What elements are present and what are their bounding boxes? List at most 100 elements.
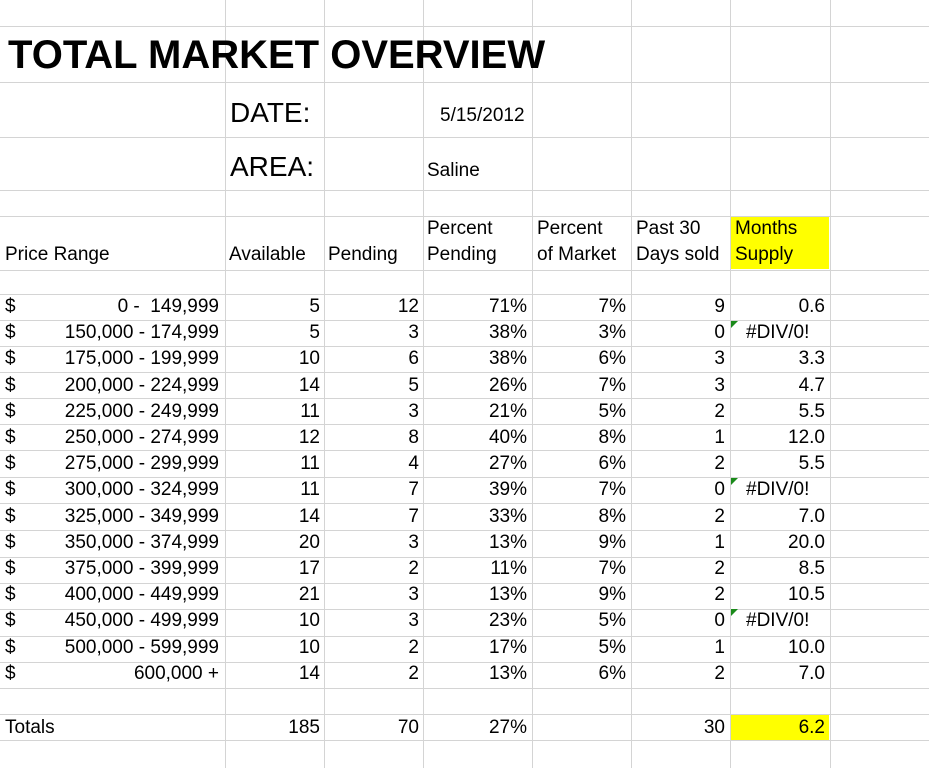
price-range-cell: 150,000 - 174,999 [64,322,219,343]
pending-cell: 2 [408,637,419,658]
row-gridline [0,740,929,741]
price-range-cell: 450,000 - 499,999 [64,610,219,631]
percent-market-cell: 7% [598,558,626,579]
months-supply-cell: 4.7 [798,375,825,396]
past-30-days-sold-cell: 9 [714,296,725,317]
months-supply-cell: 7.0 [798,506,825,527]
row-gridline [0,320,929,321]
row-gridline [0,294,929,295]
months-supply-cell: 0.6 [798,296,825,317]
past-30-days-sold-cell: 0 [714,610,725,631]
percent-market-cell: 5% [598,401,626,422]
date-value: 5/15/2012 [440,105,525,126]
price-range-cell: 325,000 - 349,999 [64,506,219,527]
price-range-cell: 600,000 + [133,663,219,684]
available-cell: 10 [298,637,320,658]
available-cell: 21 [298,584,320,605]
percent-market-cell: 6% [598,348,626,369]
column-gridline [830,0,831,768]
row-gridline [0,477,929,478]
available-cell: 11 [300,479,320,500]
months-supply-error-cell: #DIV/0! [746,479,810,500]
percent-pending-cell: 23% [488,610,527,631]
pending-cell: 7 [408,479,419,500]
header-available: Available [229,244,306,265]
header-past-30-days: Past 30 [636,218,701,239]
percent-market-cell: 6% [598,663,626,684]
percent-market-cell: 5% [598,637,626,658]
area-value: Saline [427,160,480,181]
past-30-days-sold-cell: 3 [714,375,725,396]
pending-cell: 5 [408,375,419,396]
comment-indicator-icon[interactable] [731,478,738,485]
price-range-cell: 375,000 - 399,999 [64,558,219,579]
available-cell: 5 [309,322,320,343]
months-supply-cell: 7.0 [798,663,825,684]
months-supply-error-cell: #DIV/0! [746,610,810,631]
price-range-cell: 175,000 - 199,999 [64,348,219,369]
percent-pending-cell: 39% [488,479,527,500]
row-gridline [0,424,929,425]
past-30-days-sold-cell: 2 [714,584,725,605]
available-cell: 10 [298,610,320,631]
comment-indicator-icon[interactable] [731,321,738,328]
percent-pending-cell: 13% [488,584,527,605]
row-gridline [0,82,929,83]
past-30-days-sold-cell: 0 [714,322,725,343]
available-cell: 11 [300,401,320,422]
percent-pending-cell: 13% [488,663,527,684]
percent-pending-cell: 71% [488,296,527,317]
past-30-days-sold-cell: 2 [714,663,725,684]
price-range-cell: 250,000 - 274,999 [64,427,219,448]
row-gridline [0,530,929,531]
pending-cell: 3 [408,584,419,605]
pending-cell: 2 [408,558,419,579]
header-past-30-days: Days sold [636,244,720,265]
available-cell: 12 [298,427,320,448]
percent-market-cell: 9% [598,584,626,605]
row-gridline [0,450,929,451]
past-30-days-sold-cell: 2 [714,506,725,527]
available-cell: 20 [298,532,320,553]
months-supply-error-cell: #DIV/0! [746,322,810,343]
months-supply-cell: 20.0 [788,532,825,553]
percent-pending-cell: 21% [488,401,527,422]
header-months-supply: Supply [735,244,794,265]
percent-market-cell: 8% [598,506,626,527]
available-cell: 14 [298,663,320,684]
percent-pending-cell: 26% [488,375,527,396]
header-percent-market: Percent [537,218,603,239]
price-range-cell: 350,000 - 374,999 [64,532,219,553]
totals-past-30-days-sold: 30 [703,717,725,738]
available-cell: 10 [298,348,320,369]
percent-market-cell: 3% [598,322,626,343]
percent-market-cell: 8% [598,427,626,448]
header-percent-market: of Market [537,244,617,265]
percent-market-cell: 9% [598,532,626,553]
totals-months-supply: 6.2 [798,717,825,738]
percent-pending-cell: 40% [488,427,527,448]
price-range-cell: 400,000 - 449,999 [64,584,219,605]
row-gridline [0,346,929,347]
available-cell: 17 [298,558,320,579]
months-supply-cell: 3.3 [798,348,825,369]
pending-cell: 2 [408,663,419,684]
pending-cell: 4 [408,453,419,474]
percent-pending-cell: 33% [488,506,527,527]
totals-label: Totals [5,717,55,738]
price-range-cell: 500,000 - 599,999 [64,637,219,658]
available-cell: 14 [298,506,320,527]
months-supply-cell: 10.0 [788,637,825,658]
totals-percent-pending: 27% [488,717,527,738]
pending-cell: 7 [408,506,419,527]
past-30-days-sold-cell: 3 [714,348,725,369]
pending-cell: 6 [408,348,419,369]
row-gridline [0,372,929,373]
header-percent-pending: Percent [427,218,493,239]
past-30-days-sold-cell: 1 [714,637,725,658]
percent-market-cell: 6% [598,453,626,474]
available-cell: 14 [298,375,320,396]
comment-indicator-icon[interactable] [731,609,738,616]
percent-pending-cell: 27% [488,453,527,474]
past-30-days-sold-cell: 2 [714,558,725,579]
